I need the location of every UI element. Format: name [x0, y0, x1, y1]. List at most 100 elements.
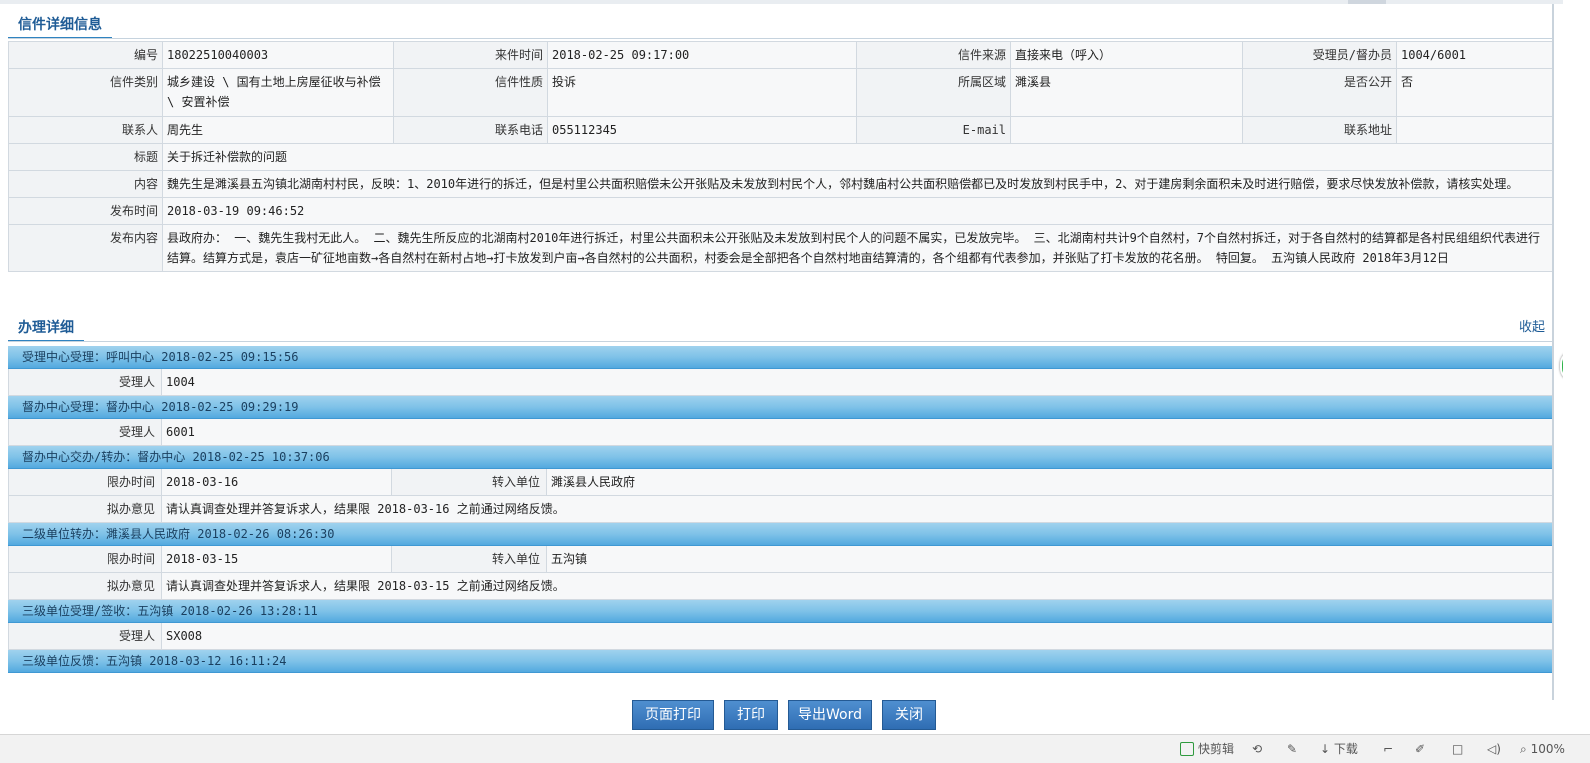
process-section-title: 办理详细	[8, 316, 84, 342]
step-header: 二级单位转办：濉溪县人民政府 2018-02-26 08:26:30	[8, 523, 1553, 546]
step-header: 三级单位受理/签收：五沟镇 2018-02-26 13:28:11	[8, 600, 1553, 623]
value-email	[1010, 116, 1243, 144]
label-laiyuan: 信件来源	[856, 41, 1011, 69]
step-row: 受理人 1004	[8, 369, 1553, 396]
value-gongkai: 否	[1396, 68, 1554, 117]
collapse-link[interactable]: 收起	[1519, 316, 1545, 335]
label-dianhua: 联系电话	[393, 116, 548, 144]
value-laijian: 2018-02-25 09:17:00	[547, 41, 857, 69]
zoom-icon: ⌕	[1520, 742, 1527, 756]
label-gongkai: 是否公开	[1242, 68, 1397, 117]
step-value: 2018-03-15	[162, 546, 392, 572]
kuaijianji-item[interactable]: 快剪辑	[1180, 741, 1234, 757]
step-label: 拟办意见	[9, 573, 162, 599]
print-button[interactable]: 打印	[724, 700, 778, 730]
page-print-button[interactable]: 页面打印	[632, 700, 714, 730]
step-row: 拟办意见 请认真调查处理并答复诉求人，结果限 2018-03-15 之前通过网络…	[8, 573, 1553, 600]
label-fabushijian: 发布时间	[8, 197, 163, 225]
row-title: 标题 关于拆迁补偿款的问题	[8, 143, 1554, 171]
label-xingzhi: 信件性质	[393, 68, 548, 117]
step-row: 拟办意见 请认真调查处理并答复诉求人，结果限 2018-03-16 之前通过网络…	[8, 496, 1553, 523]
value-laiyuan: 直接来电（呼入）	[1010, 41, 1243, 69]
refresh-icon[interactable]: ⟲	[1252, 741, 1262, 757]
label-neirong: 内容	[8, 170, 163, 198]
row-content: 内容 魏先生是濉溪县五沟镇北湖南村村民，反映：1、2010年进行的拆迁，但是村里…	[8, 170, 1554, 198]
label-shouli: 受理员/督办员	[1242, 41, 1397, 69]
row-category: 信件类别 城乡建设 \ 国有土地上房屋征收与补偿 \ 安置补偿 信件性质 投诉 …	[8, 68, 1554, 117]
export-word-button[interactable]: 导出Word	[788, 700, 872, 730]
download-item[interactable]: ↓ 下载	[1320, 741, 1358, 757]
value-dianhua: 055112345	[547, 116, 857, 144]
label-email: E-mail	[856, 116, 1011, 144]
step-value: 1004	[162, 369, 1552, 395]
step-label: 转入单位	[392, 469, 547, 495]
top-border	[0, 0, 1563, 4]
step-label: 受理人	[9, 623, 162, 649]
row-publish-time: 发布时间 2018-03-19 09:46:52	[8, 197, 1554, 225]
step-label: 限办时间	[9, 546, 162, 572]
step-value: 濉溪县人民政府	[547, 469, 1552, 495]
zoom-level: 100%	[1530, 742, 1565, 756]
value-quyu: 濉溪县	[1010, 68, 1243, 117]
screen-icon[interactable]: ⌐	[1383, 741, 1393, 757]
row-basic: 编号 18022510040003 来件时间 2018-02-25 09:17:…	[8, 41, 1554, 69]
value-fabushijian: 2018-03-19 09:46:52	[162, 197, 1554, 225]
top-tab-nub	[1348, 0, 1386, 4]
step-label: 转入单位	[392, 546, 547, 572]
step-value: 请认真调查处理并答复诉求人，结果限 2018-03-16 之前通过网络反馈。	[162, 496, 1552, 522]
speaker-icon[interactable]: ◁)	[1487, 741, 1501, 757]
value-bianhao: 18022510040003	[162, 41, 394, 69]
label-lianxiren: 联系人	[8, 116, 163, 144]
label-leibie: 信件类别	[8, 68, 163, 117]
value-lianxiren: 周先生	[162, 116, 394, 144]
kuaijianji-label: 快剪辑	[1198, 742, 1235, 756]
label-fabuneirong: 发布内容	[8, 224, 163, 272]
process-list: 受理中心受理：呼叫中心 2018-02-25 09:15:56 受理人 1004…	[8, 346, 1553, 673]
step-value: 请认真调查处理并答复诉求人，结果限 2018-03-15 之前通过网络反馈。	[162, 573, 1552, 599]
label-dizhi: 联系地址	[1242, 116, 1397, 144]
step-value: 6001	[162, 419, 1552, 445]
close-button[interactable]: 关闭	[882, 700, 936, 730]
label-laijian: 来件时间	[393, 41, 548, 69]
label-bianhao: 编号	[8, 41, 163, 69]
step-label: 限办时间	[9, 469, 162, 495]
value-biaoti: 关于拆迁补偿款的问题	[162, 143, 1554, 171]
step-row: 受理人 SX008	[8, 623, 1553, 650]
label-biaoti: 标题	[8, 143, 163, 171]
download-label: 下载	[1333, 742, 1358, 756]
step-row: 受理人 6001	[8, 419, 1553, 446]
page-viewport: 信件详细信息 编号 18022510040003 来件时间 2018-02-25…	[0, 0, 1563, 700]
step-value: 五沟镇	[547, 546, 1552, 572]
row-contact: 联系人 周先生 联系电话 055112345 E-mail 联系地址	[8, 116, 1554, 144]
side-float-tab[interactable]	[1560, 350, 1563, 382]
pin-icon[interactable]: ✎	[1287, 741, 1297, 757]
value-xingzhi: 投诉	[547, 68, 857, 117]
value-shouli: 1004/6001	[1396, 41, 1554, 69]
detail-section-title: 信件详细信息	[8, 13, 112, 39]
step-row: 限办时间 2018-03-15 转入单位 五沟镇	[8, 546, 1553, 573]
button-bar: 页面打印 打印 导出Word 关闭	[0, 700, 1563, 734]
download-icon: ↓	[1320, 742, 1331, 756]
row-publish-content: 发布内容 县政府办： 一、魏先生我村无此人。 二、魏先生所反应的北湖南村2010…	[8, 224, 1554, 272]
step-label: 拟办意见	[9, 496, 162, 522]
zoom-item[interactable]: ⌕ 100%	[1520, 741, 1590, 757]
step-label: 受理人	[9, 369, 162, 395]
step-label: 受理人	[9, 419, 162, 445]
window-icon[interactable]: □	[1452, 741, 1463, 757]
browser-status-bar: 快剪辑 ⟲ ✎ ↓ 下载 ⌐ ✐ □ ◁) ⌕ 100%	[0, 734, 1590, 763]
value-leibie: 城乡建设 \ 国有土地上房屋征收与补偿 \ 安置补偿	[162, 68, 394, 117]
edit-icon[interactable]: ✐	[1415, 741, 1425, 757]
letter-detail-table: 编号 18022510040003 来件时间 2018-02-25 09:17:…	[8, 41, 1554, 272]
value-fabuneirong: 县政府办： 一、魏先生我村无此人。 二、魏先生所反应的北湖南村2010年进行拆迁…	[162, 224, 1554, 272]
scroll-edge	[1552, 4, 1554, 700]
process-section-rule	[8, 341, 1553, 342]
value-neirong: 魏先生是濉溪县五沟镇北湖南村村民，反映：1、2010年进行的拆迁，但是村里公共面…	[162, 170, 1554, 198]
step-value: 2018-03-16	[162, 469, 392, 495]
label-quyu: 所属区域	[856, 68, 1011, 117]
detail-section-rule	[8, 38, 1553, 39]
step-header: 受理中心受理：呼叫中心 2018-02-25 09:15:56	[8, 346, 1553, 369]
step-header: 督办中心受理：督办中心 2018-02-25 09:29:19	[8, 396, 1553, 419]
step-header: 督办中心交办/转办：督办中心 2018-02-25 10:37:06	[8, 446, 1553, 469]
step-row: 限办时间 2018-03-16 转入单位 濉溪县人民政府	[8, 469, 1553, 496]
step-value: SX008	[162, 623, 1552, 649]
